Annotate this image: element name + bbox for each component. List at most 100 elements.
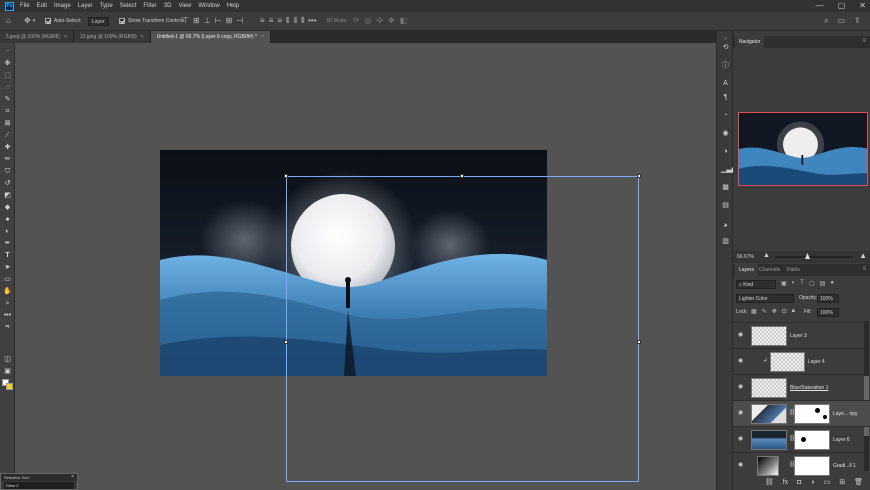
menu-file[interactable]: File	[20, 3, 30, 9]
layer-name[interactable]: Laye... opy	[833, 411, 857, 417]
zoom-out-icon[interactable]: ▲	[763, 252, 770, 259]
filter-type-icon[interactable]: T	[800, 280, 804, 287]
menu-type[interactable]: Type	[100, 3, 113, 9]
path-selection-tool-icon[interactable]: ➤	[3, 263, 12, 272]
show-transform-checkbox[interactable]: Show Transform Controls	[119, 16, 184, 26]
layer-mask-thumbnail[interactable]	[794, 404, 830, 424]
3d-slide-icon[interactable]: ✥	[388, 16, 395, 26]
visibility-eye-icon[interactable]: ◉	[738, 384, 745, 390]
lock-artboard-icon[interactable]: ⊡	[782, 308, 787, 315]
brushes-panel-icon[interactable]: ▥	[721, 237, 730, 246]
healing-brush-tool-icon[interactable]: ✚	[3, 143, 12, 152]
selective-tool-close-icon[interactable]: ×	[71, 474, 74, 480]
histogram-panel-icon[interactable]: ▁▃▅	[721, 165, 737, 174]
info-panel-icon[interactable]: ⓘ	[721, 61, 730, 70]
history-panel-icon[interactable]: ⟲	[721, 43, 730, 52]
character-panel-icon[interactable]: A	[721, 79, 730, 88]
history-brush-tool-icon[interactable]: ↺	[3, 179, 12, 188]
color-panel-icon[interactable]: ◉	[721, 129, 730, 138]
blend-mode-dropdown[interactable]: Lighter Color	[736, 294, 794, 303]
align-top-icon[interactable]: ⊤	[182, 16, 189, 26]
move-tool-icon[interactable]: ✥ ▾	[24, 16, 35, 26]
zoom-tool-icon[interactable]: ⌕	[3, 299, 12, 308]
transform-handle-top-center[interactable]	[460, 174, 464, 178]
visibility-eye-icon[interactable]: ◉	[738, 436, 745, 442]
3d-scale-icon[interactable]: ◧	[400, 16, 408, 26]
transform-handle-middle-left[interactable]	[284, 340, 288, 344]
type-tool-icon[interactable]: T	[3, 251, 12, 260]
distribute-vcenter-icon[interactable]: ≡	[269, 16, 274, 26]
workspace-icon[interactable]: ▭	[837, 16, 845, 26]
visibility-eye-icon[interactable]: ◉	[738, 332, 745, 338]
layer-name[interactable]: Blue/Saturation 1	[790, 385, 828, 391]
layer-name[interactable]: Layer 4	[808, 359, 825, 365]
align-bottom-icon[interactable]: ⊥	[204, 16, 211, 26]
menu-view[interactable]: View	[178, 3, 191, 9]
layer-row[interactable]: ◉ ⛓ Layer 6	[733, 426, 870, 452]
tab-5-jpeg[interactable]: 5.jpeg @ 100% (RGB/8) ×	[0, 31, 74, 43]
blur-tool-icon[interactable]: ●	[3, 215, 12, 224]
align-vcenter-icon[interactable]: ⊞	[193, 16, 200, 26]
minimize-button[interactable]: —	[816, 1, 824, 10]
swap-colors-icon[interactable]: ⇆	[3, 323, 12, 332]
layer-name[interactable]: Gradi...ll 1	[833, 463, 856, 469]
align-left-icon[interactable]: ⊢	[215, 16, 222, 26]
libraries-panel-icon[interactable]: ▤	[721, 201, 730, 210]
tab-channels[interactable]: Channels	[755, 264, 784, 276]
close-tab-icon[interactable]: ×	[261, 34, 264, 40]
filter-smart-icon[interactable]: ▤	[820, 280, 826, 287]
transform-handle-middle-right[interactable]	[637, 340, 641, 344]
3d-pan-icon[interactable]: ✣	[376, 16, 383, 26]
distribute-left-icon[interactable]: ⦀	[286, 16, 290, 26]
close-tab-icon[interactable]: ×	[64, 34, 67, 40]
rectangle-tool-icon[interactable]: ▭	[3, 275, 12, 284]
pen-tool-icon[interactable]: ✒	[3, 239, 12, 248]
lock-position-icon[interactable]: ✥	[772, 308, 777, 315]
styles-panel-icon[interactable]: ◕	[721, 221, 730, 230]
more-tools-icon[interactable]: •••	[3, 311, 12, 320]
align-right-icon[interactable]: ⊣	[236, 16, 243, 26]
navigator-menu-icon[interactable]: ≡	[862, 38, 866, 44]
navigator-thumbnail[interactable]	[738, 112, 868, 186]
screen-mode-icon[interactable]: ▣	[3, 367, 12, 376]
tab-navigator[interactable]: Navigator	[735, 36, 765, 48]
clone-stamp-tool-icon[interactable]: ⛉	[3, 167, 12, 176]
distribute-top-icon[interactable]: ≡	[260, 16, 265, 26]
visibility-eye-icon[interactable]: ◉	[738, 358, 745, 364]
swatches-panel-icon[interactable]: ▦	[721, 183, 730, 192]
distribute-hcenter-icon[interactable]: ⦀	[294, 16, 298, 26]
tab-untitled-1[interactable]: Untitled-1 @ 66.7% (Layer 6 copy, RGB/8#…	[150, 31, 271, 43]
marquee-tool-icon[interactable]: ⬚	[3, 71, 12, 80]
layer-row[interactable]: ◉ ↲ Layer 4	[733, 348, 870, 374]
transform-handle-top-right[interactable]	[637, 174, 641, 178]
3d-rotate-icon[interactable]: ⟳	[353, 16, 360, 26]
paint-bucket-tool-icon[interactable]: ◆	[3, 203, 12, 212]
background-color-swatch[interactable]	[6, 383, 13, 390]
transform-handle-top-left[interactable]	[284, 174, 288, 178]
auto-select-dropdown[interactable]: Layer	[88, 16, 109, 26]
3d-roll-icon[interactable]: ◎	[364, 16, 371, 26]
paragraph-panel-icon[interactable]: ¶	[721, 93, 730, 102]
menu-edit[interactable]: Edit	[37, 3, 47, 9]
visibility-eye-icon[interactable]: ◉	[738, 410, 745, 416]
zoom-slider-track[interactable]	[775, 253, 853, 259]
visibility-eye-icon[interactable]: ◉	[738, 462, 745, 468]
auto-select-checkbox[interactable]: Auto-Select:	[45, 16, 81, 26]
maximize-button[interactable]: ▢	[838, 1, 846, 10]
layer-row[interactable]: ◉ Blue/Saturation 1	[733, 374, 870, 400]
layer-row-selected[interactable]: ◉ ⛓ Laye... opy	[733, 400, 870, 426]
menu-help[interactable]: Help	[227, 3, 239, 9]
filter-shape-icon[interactable]: ▢	[809, 280, 815, 287]
zoom-slider-thumb[interactable]	[805, 253, 810, 259]
layer-row[interactable]: ◉ ⛓ Gradi...ll 1	[733, 452, 870, 478]
lock-transparent-icon[interactable]: ▦	[751, 308, 757, 315]
layer-name[interactable]: Layer 3	[790, 333, 807, 339]
layer-row[interactable]: ◉ Layer 3	[733, 322, 870, 348]
menu-layer[interactable]: Layer	[78, 3, 93, 9]
selective-tool-widget[interactable]: Selective Tool × Dline 2	[0, 473, 78, 490]
distribute-bottom-icon[interactable]: ≡	[277, 16, 282, 26]
zoom-in-icon[interactable]: ▲	[859, 251, 867, 260]
layers-menu-icon[interactable]: ≡	[862, 266, 866, 272]
menu-3d[interactable]: 3D	[164, 3, 172, 9]
frame-tool-icon[interactable]: ⊠	[3, 119, 12, 128]
